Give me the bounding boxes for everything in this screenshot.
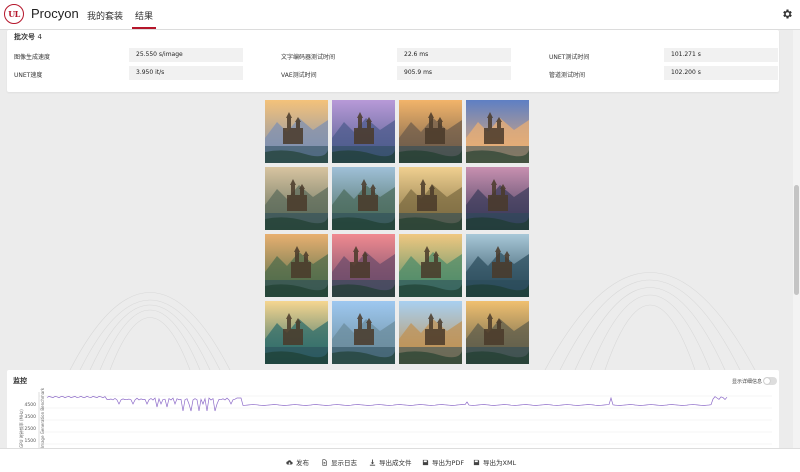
show-details-toggle[interactable]	[763, 377, 777, 385]
top-bar: UL Procyon 我的套装 结果	[0, 0, 800, 30]
castle-landscape-image	[466, 234, 529, 297]
metric-value: 22.6 ms	[397, 48, 511, 62]
y-tick: 3500	[25, 414, 37, 420]
metric-value: 101.271 s	[664, 48, 778, 62]
metric-value: 3.950 it/s	[129, 66, 243, 80]
monitoring-chart: 4500 3500 2500 1500	[25, 392, 772, 450]
metric-label: 文字编码器测试时间	[281, 54, 336, 61]
metric-value: 102.200 s	[664, 66, 778, 80]
castle-landscape-image	[466, 301, 529, 364]
results-summary-card: 批次号 4 图像生成速度 25.550 s/image 文字编码器测试时间 22…	[7, 30, 779, 92]
save-icon	[422, 459, 429, 465]
y-axis-title: GPU 时钟频率 (MHz)	[19, 409, 24, 448]
metric-value: 905.9 ms	[397, 66, 511, 80]
generated-image-thumbnail[interactable]	[466, 167, 529, 230]
show-details-label: 显示详细信息	[731, 379, 762, 385]
castle-landscape-image	[332, 234, 395, 297]
generated-image-thumbnail[interactable]	[265, 167, 328, 230]
export-xml-button[interactable]: 导出为XML	[473, 457, 516, 467]
generated-image-thumbnail[interactable]	[332, 100, 395, 163]
generated-image-thumbnail[interactable]	[466, 301, 529, 364]
castle-landscape-image	[399, 234, 462, 297]
castle-landscape-image	[332, 100, 395, 163]
castle-landscape-image	[332, 301, 395, 364]
chart-gridlines	[39, 395, 772, 445]
y-tick: 4500	[25, 402, 37, 408]
tab-results[interactable]: 结果	[131, 9, 157, 29]
castle-landscape-image	[466, 167, 529, 230]
generated-image-thumbnail[interactable]	[466, 234, 529, 297]
generated-image-thumbnail[interactable]	[265, 100, 328, 163]
app-title: Procyon	[31, 6, 79, 21]
castle-landscape-image	[399, 167, 462, 230]
export-file-button[interactable]: 导出成文件	[369, 457, 412, 467]
generated-image-thumbnail[interactable]	[265, 301, 328, 364]
generated-image-thumbnail[interactable]	[332, 301, 395, 364]
castle-landscape-image	[265, 301, 328, 364]
castle-landscape-image	[399, 301, 462, 364]
show-log-button[interactable]: 显示日志	[321, 457, 357, 467]
generated-image-thumbnail[interactable]	[399, 234, 462, 297]
metric-value: 25.550 s/image	[129, 48, 243, 62]
castle-landscape-image	[265, 100, 328, 163]
castle-landscape-image	[265, 167, 328, 230]
metric-label: 图像生成速度	[14, 54, 51, 61]
series-axis-title: Image Generation Benchmark	[40, 387, 45, 448]
generated-image-thumbnail[interactable]	[399, 167, 462, 230]
generated-image-thumbnail[interactable]	[399, 100, 462, 163]
gear-icon[interactable]	[781, 8, 793, 20]
castle-landscape-image	[399, 100, 462, 163]
batch-heading: 批次号 4	[14, 33, 42, 41]
metric-label: UNET测试时间	[549, 54, 590, 61]
generated-image-thumbnail[interactable]	[399, 301, 462, 364]
metric-label: UNET速度	[14, 72, 43, 79]
metric-label: 管道测试时间	[549, 72, 586, 79]
generated-image-gallery	[265, 100, 529, 364]
castle-landscape-image	[466, 100, 529, 163]
y-tick: 1500	[25, 438, 37, 444]
generated-image-thumbnail[interactable]	[332, 234, 395, 297]
save-icon	[473, 459, 480, 465]
publish-button[interactable]: 发布	[286, 457, 309, 467]
generated-image-thumbnail[interactable]	[265, 234, 328, 297]
page-scrollbar[interactable]	[793, 30, 800, 448]
tab-my-suites[interactable]: 我的套装	[87, 9, 123, 22]
cloud-upload-icon	[286, 459, 293, 464]
download-icon	[369, 458, 376, 466]
gpu-clock-series-line	[46, 395, 728, 412]
document-icon	[322, 458, 327, 466]
castle-landscape-image	[332, 167, 395, 230]
monitoring-panel: 监控 显示详细信息 4500 3500 2500 1500 GPU 时钟频率 (…	[7, 370, 779, 450]
scrollbar-thumb[interactable]	[794, 185, 799, 295]
monitoring-title: 监控	[13, 377, 27, 385]
action-footer: 发布 显示日志 导出成文件 导出为PDF 导出为XML	[0, 448, 800, 472]
generated-image-thumbnail[interactable]	[332, 167, 395, 230]
y-tick: 2500	[25, 426, 37, 432]
ul-logo: UL	[4, 4, 24, 24]
metric-label: VAE测试时间	[281, 72, 317, 79]
export-pdf-button[interactable]: 导出为PDF	[422, 457, 464, 467]
generated-image-thumbnail[interactable]	[466, 100, 529, 163]
castle-landscape-image	[265, 234, 328, 297]
